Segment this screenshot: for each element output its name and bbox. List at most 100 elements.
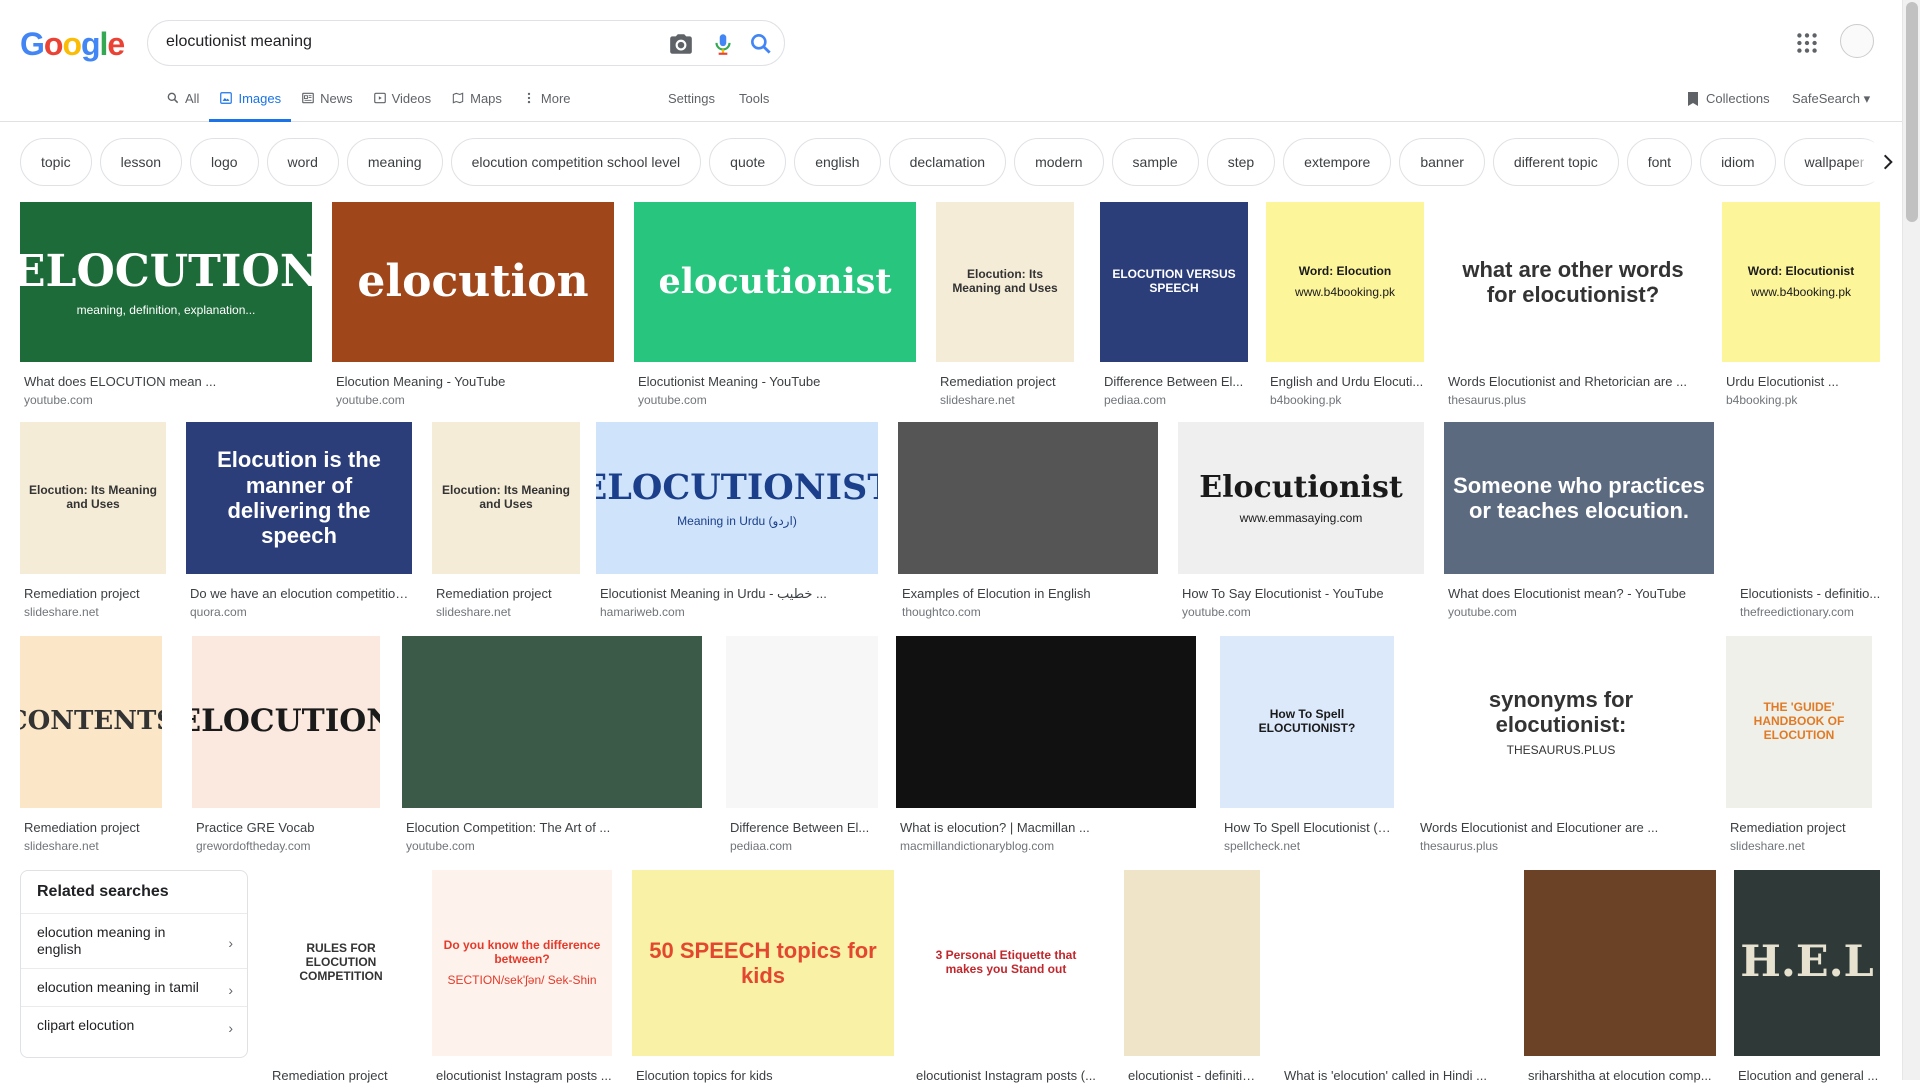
image-caption[interactable]: Remediation project (24, 586, 166, 601)
image-thumbnail[interactable]: ELOCUTION meaning, definition, explanatio… (20, 202, 312, 362)
image-caption[interactable]: Remediation project (1730, 820, 1872, 835)
image-caption[interactable]: Elocution and general ... (1738, 1068, 1880, 1083)
image-caption[interactable]: Remediation project (272, 1068, 414, 1083)
image-thumbnail[interactable] (1280, 870, 1512, 1056)
image-thumbnail[interactable]: Elocution: Its Meaning and Uses (20, 422, 166, 574)
google-logo[interactable]: Google (20, 26, 125, 63)
image-caption[interactable]: What does ELOCUTION mean ... (24, 374, 312, 389)
chip[interactable]: english (794, 138, 881, 186)
image-caption[interactable]: Remediation project (436, 586, 580, 601)
chip[interactable]: sample (1111, 138, 1199, 186)
image-thumbnail[interactable]: what are other words for elocutionist? (1444, 202, 1702, 362)
chip[interactable]: meaning (346, 138, 443, 186)
image-thumbnail[interactable]: Elocution: Its Meaning and Uses (936, 202, 1074, 362)
image-caption[interactable]: How To Spell Elocutionist (A... (1224, 820, 1394, 835)
image-thumbnail[interactable]: 3 Personal Etiquette that makes you Stan… (912, 870, 1100, 1056)
image-caption[interactable]: Remediation project (940, 374, 1074, 389)
chip[interactable]: logo (190, 138, 259, 186)
image-thumbnail[interactable]: Elocution is the manner of delivering th… (186, 422, 412, 574)
image-caption[interactable]: Elocutionists - definitio... (1740, 586, 1882, 601)
chip[interactable]: banner (1399, 138, 1485, 186)
tools-link[interactable]: Tools (739, 91, 769, 106)
image-caption[interactable]: Words Elocutionist and Rhetorician are .… (1448, 374, 1702, 389)
search-icon[interactable] (748, 31, 774, 57)
image-caption[interactable]: Do we have an elocution competition... (190, 586, 412, 601)
image-thumbnail[interactable]: H.E.L (1734, 870, 1880, 1056)
chip[interactable]: quote (709, 138, 787, 186)
image-caption[interactable]: Practice GRE Vocab (196, 820, 380, 835)
scrollbar-thumb[interactable] (1906, 2, 1918, 222)
image-caption[interactable]: What is elocution? | Macmillan ... (900, 820, 1196, 835)
image-thumbnail[interactable] (1524, 870, 1716, 1056)
image-caption[interactable]: elocutionist Instagram posts ... (436, 1068, 612, 1083)
tab-more[interactable]: More (522, 86, 571, 122)
image-caption[interactable]: Difference Between El... (730, 820, 878, 835)
image-caption[interactable]: How To Say Elocutionist - YouTube (1182, 586, 1424, 601)
camera-icon[interactable] (668, 31, 694, 57)
chip[interactable]: lesson (99, 138, 183, 186)
image-thumbnail[interactable]: CONTENTS (20, 636, 162, 808)
image-thumbnail[interactable]: Someone who practices or teaches elocuti… (1444, 422, 1714, 574)
image-thumbnail[interactable] (1736, 422, 1882, 574)
image-thumbnail[interactable]: elocution (332, 202, 614, 362)
image-caption[interactable]: Elocution topics for kids (636, 1068, 894, 1083)
tab-maps[interactable]: Maps (451, 86, 502, 122)
image-thumbnail[interactable]: Word: Elocution www.b4booking.pk (1266, 202, 1424, 362)
tab-videos[interactable]: Videos (373, 86, 431, 122)
image-thumbnail[interactable]: ELOCUTION VERSUS SPEECH (1100, 202, 1248, 362)
image-caption[interactable]: elocutionist - definition... (1128, 1068, 1260, 1083)
chip[interactable]: word (266, 138, 339, 186)
image-caption[interactable]: Remediation project (24, 820, 162, 835)
image-caption[interactable]: Elocution Competition: The Art of ... (406, 820, 702, 835)
tab-all[interactable]: All (166, 86, 199, 122)
image-caption[interactable]: Elocutionist Meaning - YouTube (638, 374, 916, 389)
image-thumbnail[interactable]: ELOCUTION (192, 636, 380, 808)
chip[interactable]: extempore (1283, 138, 1392, 186)
image-caption[interactable]: What is 'elocution' called in Hindi ... (1284, 1068, 1512, 1083)
image-thumbnail[interactable] (726, 636, 878, 808)
safesearch-dropdown[interactable]: SafeSearch ▾ (1792, 91, 1870, 107)
image-caption[interactable]: Urdu Elocutionist ... (1726, 374, 1880, 389)
image-thumbnail[interactable]: THE 'GUIDE' HANDBOOK OF ELOCUTION (1726, 636, 1872, 808)
chip[interactable]: modern (1014, 138, 1104, 186)
image-caption[interactable]: What does Elocutionist mean? - YouTube (1448, 586, 1714, 601)
image-caption[interactable]: Words Elocutionist and Elocutioner are .… (1420, 820, 1706, 835)
chip[interactable]: declamation (888, 138, 1007, 186)
image-thumbnail[interactable] (1124, 870, 1260, 1056)
account-avatar[interactable] (1840, 24, 1874, 58)
image-thumbnail[interactable] (898, 422, 1158, 574)
image-caption[interactable]: English and Urdu Elocuti... (1270, 374, 1424, 389)
image-caption[interactable]: elocutionist Instagram posts (... (916, 1068, 1100, 1083)
image-thumbnail[interactable]: How To Spell ELOCUTIONIST? (1220, 636, 1394, 808)
settings-link[interactable]: Settings (668, 91, 715, 106)
image-caption[interactable]: Elocutionist Meaning in Urdu - خطیب ... (600, 586, 878, 602)
image-thumbnail[interactable]: Do you know the difference between? SECTI… (432, 870, 612, 1056)
image-thumbnail[interactable]: 50 SPEECH topics for kids (632, 870, 894, 1056)
chip[interactable]: font (1626, 138, 1693, 186)
image-thumbnail[interactable]: Word: Elocutionist www.b4booking.pk (1722, 202, 1880, 362)
image-thumbnail[interactable] (402, 636, 702, 808)
image-caption[interactable]: Difference Between El... (1104, 374, 1248, 389)
tab-news[interactable]: News (301, 86, 353, 122)
image-thumbnail[interactable]: synonyms for elocutionist: THESAURUS.PLUS (1416, 636, 1706, 808)
image-caption[interactable]: Elocution Meaning - YouTube (336, 374, 614, 389)
search-input[interactable] (166, 33, 626, 51)
image-thumbnail[interactable]: Elocution: Its Meaning and Uses (432, 422, 580, 574)
image-thumbnail[interactable]: Elocutionist www.emmasaying.com (1178, 422, 1424, 574)
chip[interactable]: topic (20, 138, 92, 186)
chip[interactable]: idiom (1700, 138, 1776, 186)
image-thumbnail[interactable]: elocutionist (634, 202, 916, 362)
apps-grid-icon[interactable] (1794, 30, 1820, 56)
image-thumbnail[interactable]: RULES FOR ELOCUTION COMPETITION (268, 870, 414, 1056)
collections-link[interactable]: Collections (1686, 91, 1770, 107)
related-search-item[interactable]: elocution meaning in tamil › (21, 969, 247, 1007)
chip[interactable]: elocution competition school level (450, 138, 702, 186)
page-scrollbar[interactable] (1902, 0, 1920, 1080)
tab-images[interactable]: Images (209, 86, 292, 122)
chip[interactable]: step (1206, 138, 1276, 186)
microphone-icon[interactable] (710, 31, 736, 57)
image-caption[interactable]: Examples of Elocution in English (902, 586, 1158, 601)
related-search-item[interactable]: elocution meaning in english › (21, 914, 247, 969)
image-thumbnail[interactable]: ELOCUTIONIST Meaning in Urdu (اردو) (596, 422, 878, 574)
image-caption[interactable]: sriharshitha at elocution comp... (1528, 1068, 1716, 1083)
